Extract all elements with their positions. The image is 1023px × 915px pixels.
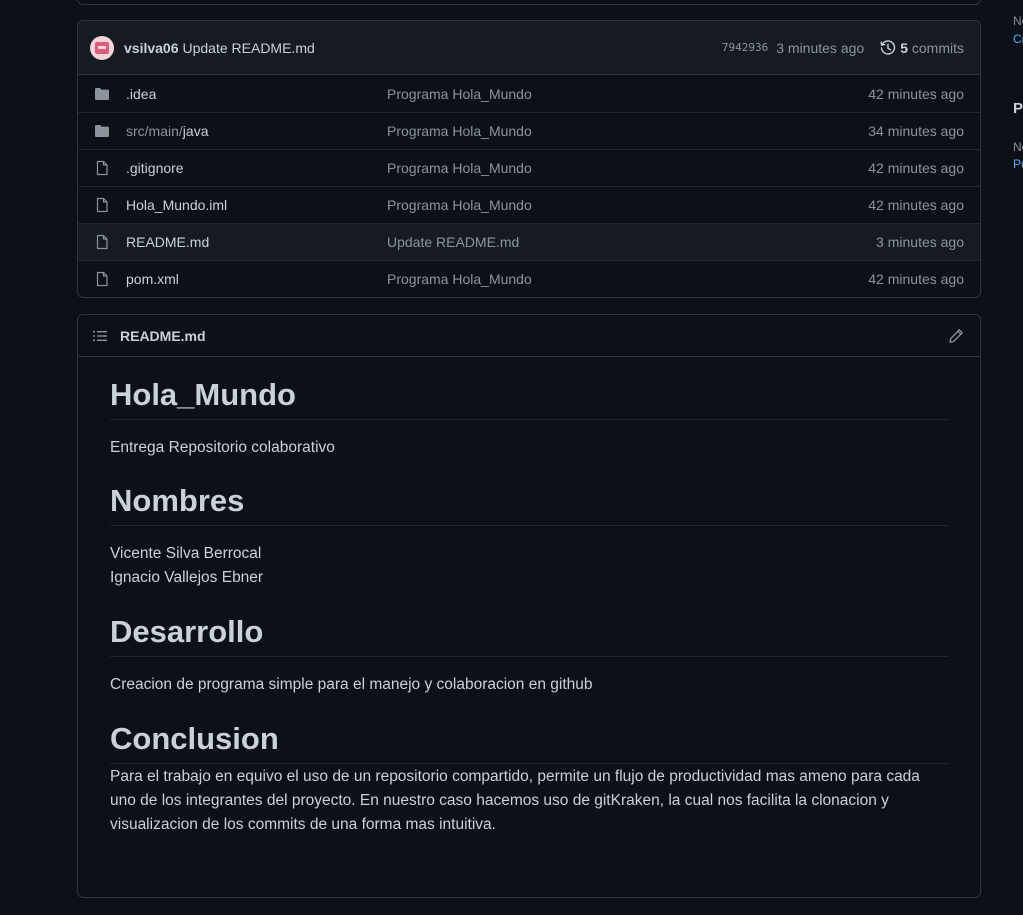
desarrollo-paragraph: Creacion de programa simple para el mane… <box>110 676 593 693</box>
folder-icon <box>95 125 109 137</box>
previous-panel-edge <box>77 0 981 5</box>
file-name-link[interactable]: README.md <box>126 234 387 250</box>
name-line-1: Vicente Silva Berrocal <box>110 545 262 562</box>
folder-icon <box>95 87 109 100</box>
commit-message-link[interactable]: Update README.md <box>183 40 315 56</box>
rail-link-1[interactable]: Cr <box>1013 32 1023 46</box>
commits-label: commits <box>911 39 964 56</box>
file-commit-time: 3 minutes ago <box>876 234 964 250</box>
file-icon <box>96 197 108 213</box>
file-name-link[interactable]: pom.xml <box>126 271 387 287</box>
readme-filename-link[interactable]: README.md <box>120 328 206 344</box>
heading-hola-mundo: Hola_Mundo <box>110 375 948 420</box>
file-path-prefix: src/main/ <box>126 123 183 139</box>
file-name-link[interactable]: .gitignore <box>126 160 387 176</box>
heading-conclusion: Conclusion <box>110 719 948 764</box>
readme-header: README.md <box>78 315 980 357</box>
intro-paragraph: Entrega Repositorio colaborativo <box>110 439 335 456</box>
file-name-link[interactable]: .idea <box>126 86 387 102</box>
commits-count: 5 <box>900 39 908 56</box>
file-path-leaf: java <box>182 123 209 139</box>
table-of-contents-icon[interactable] <box>92 328 108 344</box>
commit-sha-link[interactable]: 7942936 <box>722 41 768 54</box>
rail-link-2[interactable]: Pu <box>1013 157 1023 171</box>
rail-heading: Pa <box>1013 100 1023 117</box>
history-icon <box>880 39 896 55</box>
file-row[interactable]: .idea Programa Hola_Mundo 42 minutes ago <box>78 75 980 112</box>
heading-desarrollo: Desarrollo <box>110 612 948 657</box>
file-name-link[interactable]: Hola_Mundo.iml <box>126 197 387 213</box>
file-commit-message-link[interactable]: Programa Hola_Mundo <box>387 271 868 287</box>
file-commit-message-link[interactable]: Programa Hola_Mundo <box>387 86 868 102</box>
file-icon <box>96 234 108 250</box>
commit-author-link[interactable]: vsilva06 <box>124 40 179 56</box>
readme-panel: README.md Hola_Mundo Entrega Repositorio… <box>77 314 981 898</box>
avatar[interactable] <box>90 35 114 60</box>
file-commit-time: 42 minutes ago <box>868 197 964 213</box>
readme-content: Hola_Mundo Entrega Repositorio colaborat… <box>78 375 980 837</box>
commit-time: 3 minutes ago <box>776 39 865 56</box>
file-commit-message-link[interactable]: Update README.md <box>387 234 876 250</box>
rail-text-1: No <box>1013 14 1023 28</box>
file-browser: vsilva06 Update README.md 7942936 3 minu… <box>77 20 981 298</box>
commits-count-link[interactable]: 5 commits <box>900 40 964 56</box>
file-name-link[interactable]: src/main/java <box>126 123 387 139</box>
pencil-icon[interactable] <box>948 328 964 344</box>
right-sidebar-edge: No Cr Pa No Pu <box>1013 0 1023 915</box>
file-row[interactable]: src/main/java Programa Hola_Mundo 34 minut… <box>78 112 980 149</box>
file-commit-time: 34 minutes ago <box>868 123 964 139</box>
file-row[interactable]: Hola_Mundo.iml Programa Hola_Mundo 42 minu… <box>78 186 980 223</box>
conclusion-paragraph: Para el trabajo en equivo el uso de un r… <box>110 768 920 833</box>
heading-nombres: Nombres <box>110 481 948 526</box>
file-commit-time: 42 minutes ago <box>868 85 964 102</box>
file-row[interactable]: pom.xml Programa Hola_Mundo 42 minutes ago <box>78 260 980 297</box>
file-commit-message-link[interactable]: Programa Hola_Mundo <box>387 160 868 176</box>
name-line-2: Ignacio Vallejos Ebner <box>110 569 264 586</box>
file-icon <box>96 271 108 287</box>
file-icon <box>96 160 108 176</box>
file-commit-message-link[interactable]: Programa Hola_Mundo <box>387 197 868 213</box>
file-commit-time: 42 minutes ago <box>868 160 964 176</box>
file-row[interactable]: .gitignore Programa Hola_Mundo 42 minutes … <box>78 149 980 186</box>
file-commit-time: 42 minutes ago <box>868 271 964 287</box>
latest-commit-bar: vsilva06 Update README.md 7942936 3 minu… <box>78 21 980 75</box>
file-commit-message-link[interactable]: Programa Hola_Mundo <box>387 123 868 139</box>
rail-text-2: No <box>1013 140 1023 154</box>
file-row[interactable]: README.md Update README.md 3 minutes ago <box>78 223 980 260</box>
